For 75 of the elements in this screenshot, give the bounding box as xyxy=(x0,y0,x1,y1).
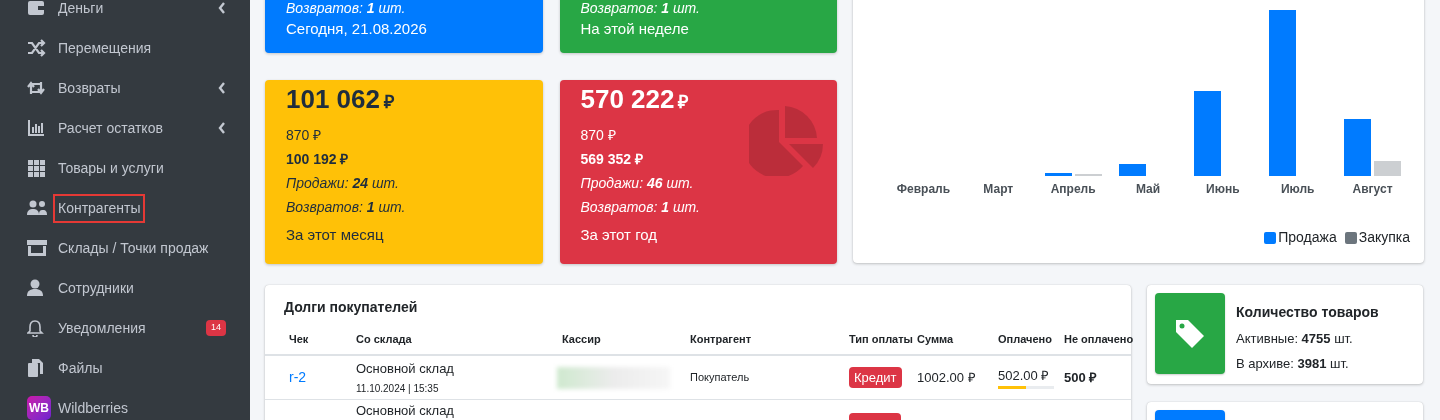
card-title: Количество товаров xyxy=(1236,303,1379,322)
paid-amount: 502.00 ₽ xyxy=(998,367,1051,386)
warehouse-name: Основной склад xyxy=(356,402,455,420)
axis-label: Июнь xyxy=(1206,181,1240,198)
period-label: На этой неделе xyxy=(580,19,690,39)
sidebar-link[interactable]: Контрагенты xyxy=(55,195,144,221)
sidebar-link[interactable]: Товары и услуги xyxy=(55,155,167,181)
period-label: За этот месяц xyxy=(286,225,385,245)
axis-label: Май xyxy=(1135,181,1161,198)
currency-sign: ₽ xyxy=(678,91,689,114)
sum-amount: 1002.00 ₽ xyxy=(917,368,977,387)
date-time: 11.10.2024 | 15:35 xyxy=(356,382,440,397)
logo-icon: WB xyxy=(27,396,51,420)
total-amount: 101 062 xyxy=(286,83,380,116)
grid-icon xyxy=(27,159,47,177)
legend-label: Закупка xyxy=(1358,228,1410,247)
count-text: Продажи: 24 шт. xyxy=(286,174,400,193)
amount-text: 870 ₽ xyxy=(580,126,617,145)
count-text: В архиве: 3981 шт. xyxy=(1236,355,1350,373)
sidebar-link[interactable]: Перемещения xyxy=(55,35,155,61)
progress-bar xyxy=(998,385,1054,389)
sales-bar xyxy=(1044,173,1072,176)
count-text: Возвратов: 1 шт. xyxy=(286,1,407,15)
sidebar-link[interactable]: Файлы xyxy=(55,355,106,381)
column-header: Не оплачено xyxy=(1064,333,1134,345)
axis-label: Март xyxy=(983,181,1014,198)
sidebar-link[interactable]: Возвраты xyxy=(55,75,124,101)
bar-chart-icon xyxy=(27,119,47,137)
counterparty-name: Покупатель xyxy=(690,370,751,386)
legend-label: Продажа xyxy=(1278,228,1337,247)
total-amount: 570 222 xyxy=(580,83,675,116)
warehouse-name: Основной склад xyxy=(356,359,455,378)
currency-sign: ₽ xyxy=(384,91,394,114)
amount-text: 870 ₽ xyxy=(286,126,323,145)
count-text: Продажи: 46 шт. xyxy=(580,174,695,193)
sidebar-link[interactable]: Склады / Точки продаж xyxy=(55,235,212,261)
card-title: Долги покупателей xyxy=(283,298,419,317)
sidebar-link[interactable]: Расчет остатков xyxy=(55,115,166,141)
column-header: Сумма xyxy=(917,333,954,345)
amount-text: 100 192 ₽ xyxy=(286,150,350,169)
column-header: Со склада xyxy=(356,333,412,345)
users-icon xyxy=(27,199,47,217)
bell-icon xyxy=(27,319,47,337)
count-text: Активные: 4755 шт. xyxy=(1236,330,1354,348)
column-header: Кассир xyxy=(562,333,601,345)
notification-badge: 14 xyxy=(206,320,226,336)
storefront-icon xyxy=(27,239,47,257)
shuffle-icon xyxy=(27,39,47,57)
receipt-link[interactable]: r-2 xyxy=(289,367,356,388)
count-text: Возвратов: 1 шт. xyxy=(580,1,701,15)
column-header: Оплачено xyxy=(998,333,1052,345)
sidebar-link[interactable]: Wildberries xyxy=(55,395,131,420)
amount-text: 569 352 ₽ xyxy=(580,150,644,169)
axis-label: Февраль xyxy=(896,181,951,198)
payment-type-badge: Кредит xyxy=(849,366,902,389)
count-text: Возвратов: 1 шт. xyxy=(580,198,701,217)
sales-bar xyxy=(1119,164,1147,176)
sales-bar xyxy=(1344,119,1372,176)
sidebar-link[interactable]: Уведомления xyxy=(55,315,149,341)
sidebar-link[interactable]: Сотрудники xyxy=(55,275,137,301)
count-text: Возвратов: 1 шт. xyxy=(286,198,407,217)
column-header: Контрагент xyxy=(690,333,752,345)
period-label: За этот год xyxy=(580,225,659,245)
pie-chart-icon xyxy=(749,106,825,176)
axis-label: Июль xyxy=(1280,181,1315,198)
tag-icon xyxy=(1174,317,1206,350)
sidebar-link[interactable]: Деньги xyxy=(55,0,107,21)
column-header: Чек xyxy=(289,333,309,345)
axis-label: Апрель xyxy=(1050,181,1096,198)
repeat-arrows-icon xyxy=(27,79,47,97)
unpaid-amount: 500 ₽ xyxy=(1064,368,1099,387)
column-header: Тип оплаты xyxy=(849,333,913,345)
axis-label: Август xyxy=(1352,181,1393,198)
period-label: Сегодня, 21.08.2026 xyxy=(286,19,428,39)
purchase-bar xyxy=(1374,161,1402,176)
